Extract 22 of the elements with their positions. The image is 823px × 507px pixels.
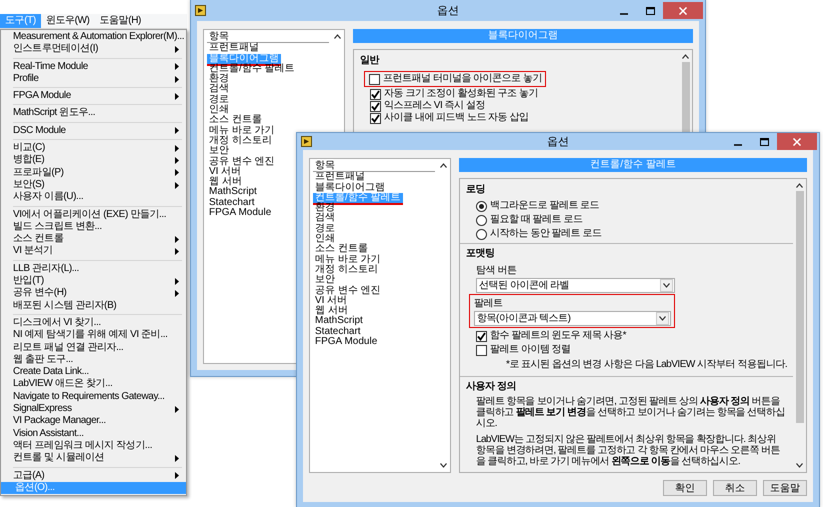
checkbox-label: 자동 크기 조정이 활성화된 구조 놓기 xyxy=(384,88,538,100)
help-paragraph: LabVIEW는 고정되지 않은 팔레트에서 최상위 항목을 확장합니다. 최상위 항목을 변경하려면, 팔레트를 고정하고 각 항목 칸에서 마우스 오른쪽 버튼을 클릭하고, 바로 가기 메뉴에서 왼쪽으로 이동을 선택하십시오. xyxy=(476,434,781,467)
checkbox-label: 프런트패널 터미널을 아이콘으로 놓기 xyxy=(383,73,542,85)
window-title: 옵션 xyxy=(546,136,570,148)
dropdown-label: 팔레트 xyxy=(474,298,504,310)
checkbox-label: 익스프레스 VI 즉시 설정 xyxy=(384,100,485,112)
section-heading: 일반 xyxy=(360,55,380,67)
radio-label: 시작하는 동안 팔레트 로드 xyxy=(490,228,602,240)
checkbox-label: 팔레트 아이템 정렬 xyxy=(490,344,571,356)
radio-label: 필요할 때 팔레트 로드 xyxy=(490,214,582,226)
window-title: 옵션 xyxy=(436,4,460,16)
dropdown-label: 탐색 버튼 xyxy=(476,265,518,277)
section-heading: 로딩 xyxy=(466,184,486,196)
section-header: 컨트롤/함수 팔레트 xyxy=(459,158,807,172)
section-header: 블록다이어그램 xyxy=(353,29,693,43)
note-text: *로 표시된 옵션의 변경 사항은 다음 LabVIEW 시작부터 적용됩니다. xyxy=(506,359,787,371)
radio-label: 백그라운드로 팔레트 로드 xyxy=(490,200,600,212)
section-heading: 포맷팅 xyxy=(466,248,496,260)
checkbox-label: 함수 팔레트의 윈도우 제목 사용* xyxy=(490,330,626,342)
help-paragraph: 팔레트 항목을 보이거나 숨기려면, 고정된 팔레트 상의 사용자 정의 버튼을 클릭하고 팔레트 보기 변경을 선택하고 보이거나 숨기려는 항목을 선택하십시오. xyxy=(476,396,786,429)
section-heading: 사용자 정의 xyxy=(466,381,517,393)
checkbox-label: 사이클 내에 피드백 노드 자동 삽입 xyxy=(384,112,528,124)
